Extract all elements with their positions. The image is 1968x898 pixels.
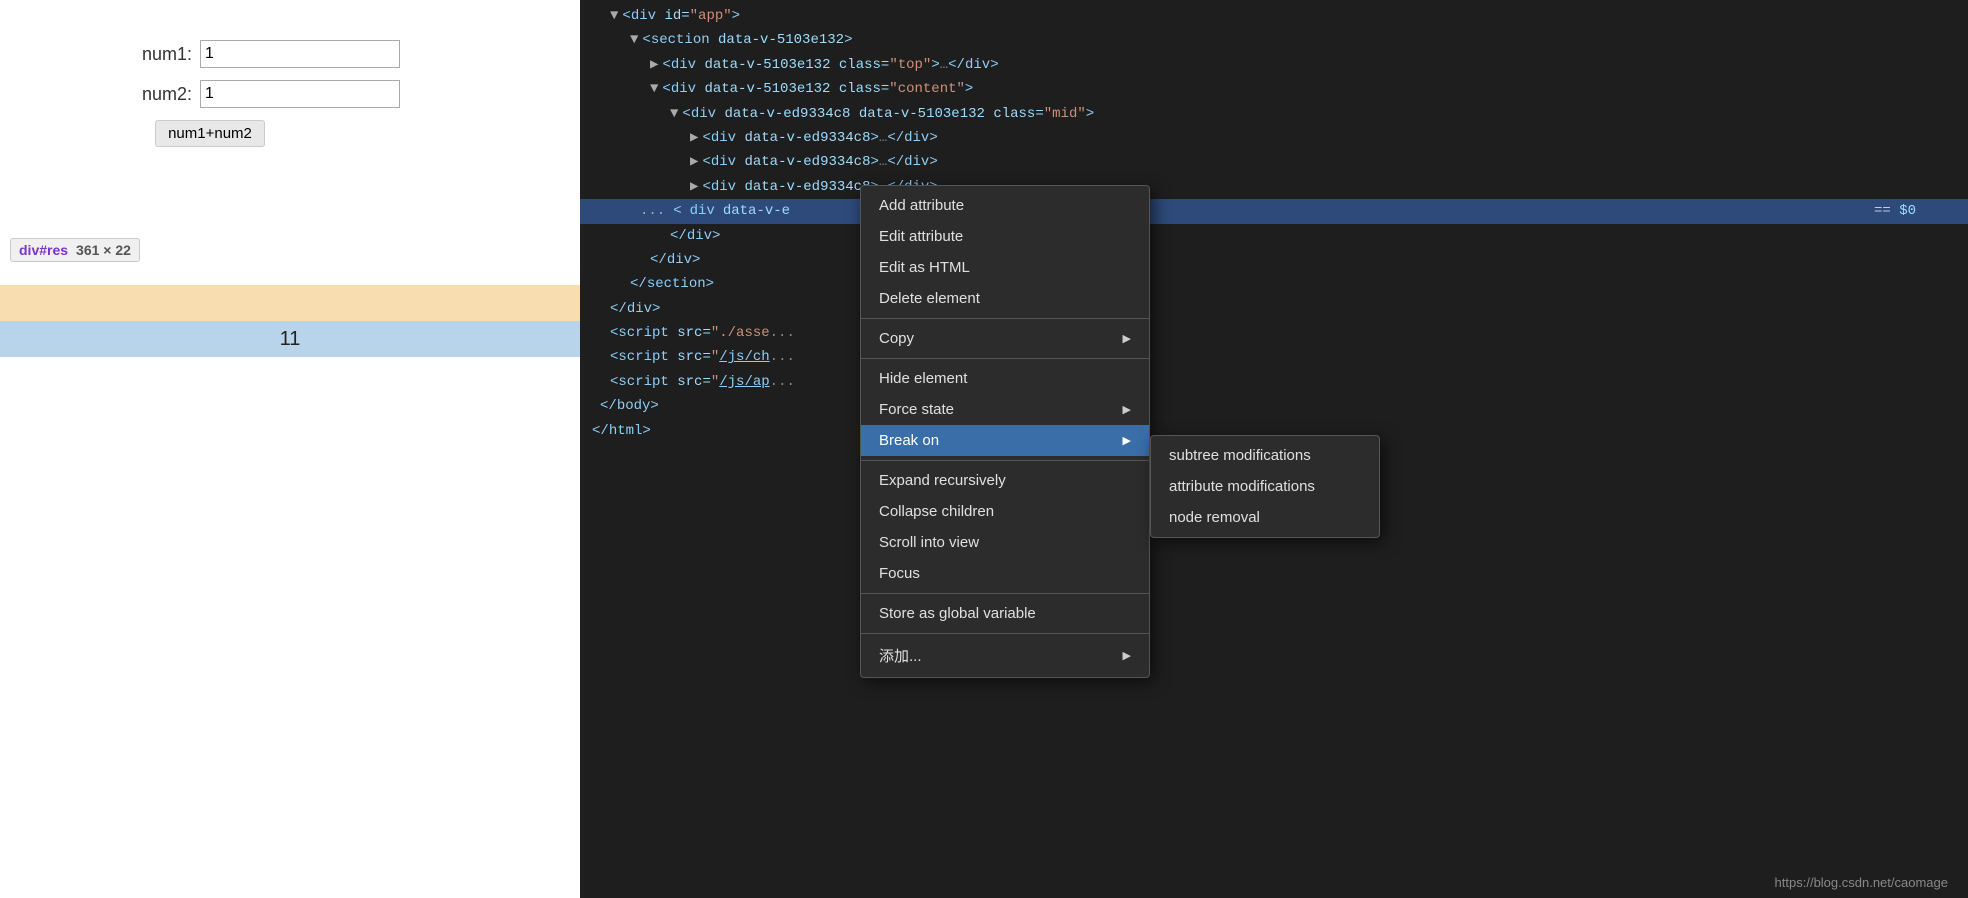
menu-collapse-children[interactable]: Collapse children: [861, 496, 1149, 527]
code-line[interactable]: ▼<div id="app">: [580, 4, 1968, 28]
context-menu: Add attribute Edit attribute Edit as HTM…: [860, 185, 1150, 678]
submenu-arrow-icon: ▶: [1123, 434, 1131, 447]
code-line[interactable]: </div>: [580, 248, 1968, 272]
code-line[interactable]: ▶<div data-v-5103e132 class="top">…</div…: [580, 53, 1968, 77]
submenu-arrow-icon: ▶: [1123, 649, 1131, 662]
menu-scroll-into-view[interactable]: Scroll into view: [861, 527, 1149, 558]
menu-edit-html[interactable]: Edit as HTML: [861, 252, 1149, 283]
button-row: num1+num2: [20, 120, 560, 147]
menu-separator: [861, 633, 1149, 634]
submenu-attribute-modifications[interactable]: attribute modifications: [1151, 471, 1379, 502]
submenu-breakon: subtree modifications attribute modifica…: [1150, 435, 1380, 538]
menu-break-on[interactable]: Break on ▶: [861, 425, 1149, 456]
triangle-icon[interactable]: ▼: [610, 8, 618, 24]
menu-hide-element[interactable]: Hide element: [861, 363, 1149, 394]
num1-label: num1:: [142, 44, 192, 65]
menu-expand-recursively[interactable]: Expand recursively: [861, 465, 1149, 496]
menu-separator: [861, 460, 1149, 461]
result-value: 11: [280, 328, 301, 351]
code-line[interactable]: </body>: [580, 394, 1968, 418]
code-line[interactable]: </section>: [580, 272, 1968, 296]
code-line[interactable]: ▶<div data-v-ed9334c8>…</div>: [580, 126, 1968, 150]
code-line[interactable]: ▼<div data-v-ed9334c8 data-v-5103e132 cl…: [580, 102, 1968, 126]
tooltip-size: 361 × 22: [76, 242, 131, 258]
element-tooltip: div#res 361 × 22: [10, 238, 140, 262]
menu-copy[interactable]: Copy ▶: [861, 323, 1149, 354]
num2-row: num2:: [20, 80, 560, 108]
num1-input[interactable]: [200, 40, 400, 68]
code-line[interactable]: <script src="/js/ch...: [580, 345, 1968, 369]
menu-add-more[interactable]: 添加... ▶: [861, 638, 1149, 673]
code-line[interactable]: ▼<section data-v-5103e132>: [580, 28, 1968, 52]
url-bar: https://blog.csdn.net/caomage: [1775, 875, 1948, 890]
devtools-tree: ▼<div id="app"> ▼<section data-v-5103e13…: [580, 0, 1968, 447]
code-line[interactable]: <script src="./asse...: [580, 321, 1968, 345]
submenu-arrow-icon: ▶: [1123, 332, 1131, 345]
highlight-row: [0, 285, 580, 321]
left-panel: num1: num2: div#res 361 × 22 num1+num2 1…: [0, 0, 580, 898]
code-line[interactable]: <script src="/js/ap...: [580, 370, 1968, 394]
code-line[interactable]: ▶<div data-v-ed9334c8>…</div>: [580, 150, 1968, 174]
menu-separator: [861, 358, 1149, 359]
selected-code-line[interactable]: ... <div data-v-e == $0: [580, 199, 1968, 223]
menu-force-state[interactable]: Force state ▶: [861, 394, 1149, 425]
menu-delete-element[interactable]: Delete element: [861, 283, 1149, 314]
code-line[interactable]: </div>: [580, 297, 1968, 321]
submenu-node-removal[interactable]: node removal: [1151, 502, 1379, 533]
calc-button[interactable]: num1+num2: [155, 120, 265, 147]
code-line[interactable]: ▶<div data-v-ed9334c8>…</div>: [580, 175, 1968, 199]
code-line[interactable]: ▼<div data-v-5103e132 class="content">: [580, 77, 1968, 101]
result-row: 11: [0, 321, 580, 357]
code-line[interactable]: </div>: [580, 224, 1968, 248]
devtools-panel: ▼<div id="app"> ▼<section data-v-5103e13…: [580, 0, 1968, 898]
submenu-subtree-modifications[interactable]: subtree modifications: [1151, 440, 1379, 471]
menu-edit-attribute[interactable]: Edit attribute: [861, 221, 1149, 252]
num2-label: num2:: [142, 84, 192, 105]
menu-store-global[interactable]: Store as global variable: [861, 598, 1149, 629]
menu-add-attribute[interactable]: Add attribute: [861, 190, 1149, 221]
submenu-arrow-icon: ▶: [1123, 403, 1131, 416]
num2-input[interactable]: [200, 80, 400, 108]
num1-row: num1:: [20, 40, 560, 68]
menu-separator: [861, 318, 1149, 319]
menu-focus[interactable]: Focus: [861, 558, 1149, 589]
tooltip-id: div#res: [19, 242, 68, 258]
menu-separator: [861, 593, 1149, 594]
ellipsis: ...: [640, 200, 665, 222]
